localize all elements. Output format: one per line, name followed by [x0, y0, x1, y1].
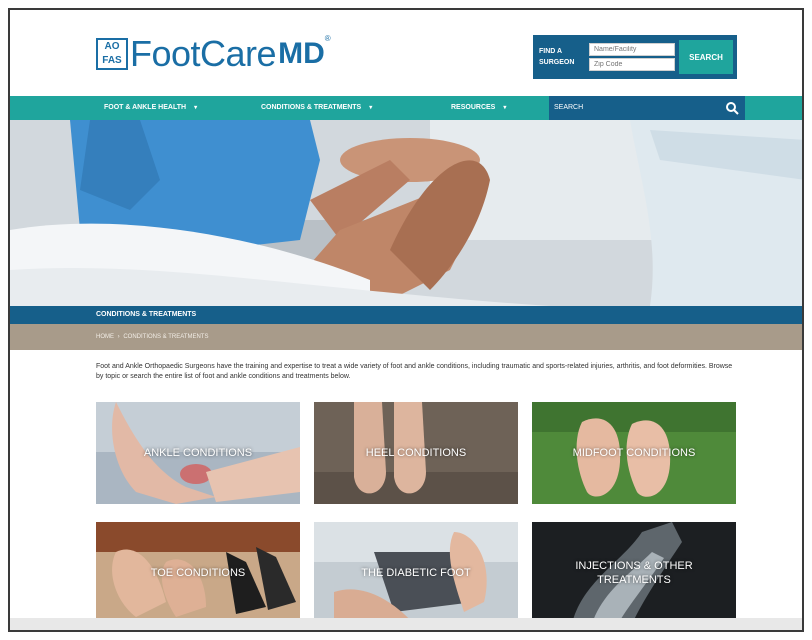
intro-paragraph: Foot and Ankle Orthopaedic Surgeons have…: [96, 363, 733, 380]
zip-code-input[interactable]: [589, 58, 675, 71]
find-surgeon-box: FIND A SURGEON SEARCH: [533, 35, 737, 79]
logo-name-part2: MD: [278, 37, 325, 70]
nav-item-resources[interactable]: RESOURCES ▾: [451, 96, 506, 120]
logo-registered-mark: ®: [324, 34, 331, 43]
tile-midfoot-conditions[interactable]: MIDFOOT CONDITIONS: [532, 402, 736, 504]
nav-item-label: FOOT & ANKLE HEALTH: [104, 104, 187, 111]
find-surgeon-inputs: [589, 42, 675, 72]
browser-frame: AO FAS FootCare MD ® FIND A SURGEON SEAR…: [8, 8, 804, 632]
hero-photo-foot-exam: [10, 120, 802, 306]
page-footer-strip: [10, 618, 802, 630]
chevron-down-icon: ▾: [194, 105, 198, 111]
tile-label: TOE CONDITIONS: [150, 567, 246, 579]
logo-mark-top: AO: [104, 41, 120, 52]
chevron-down-icon: ▾: [503, 105, 507, 111]
tile-diabetic-foot[interactable]: THE DIABETIC FOOT: [314, 522, 518, 624]
tile-label: ANKLE CONDITIONS: [143, 447, 253, 459]
tile-label: THE DIABETIC FOOT: [361, 567, 471, 579]
logo-name-part1: FootCare: [130, 33, 277, 74]
tile-label: HEEL CONDITIONS: [365, 447, 467, 459]
main-nav: FOOT & ANKLE HEALTH ▾ CONDITIONS & TREATM…: [10, 96, 802, 120]
name-facility-input[interactable]: [589, 43, 675, 56]
site-logo[interactable]: AO FAS FootCare MD ®: [96, 32, 331, 76]
tile-label: INJECTIONS & OTHER TREATMENTS: [575, 560, 693, 586]
breadcrumb: HOME › CONDITIONS & TREATMENTS: [10, 324, 802, 350]
nav-item-label: RESOURCES: [451, 104, 496, 111]
tile-injections-other-treatments[interactable]: INJECTIONS & OTHER TREATMENTS: [532, 522, 736, 624]
logo-mark-bottom: FAS: [102, 55, 122, 66]
tile-ankle-conditions[interactable]: ANKLE CONDITIONS: [96, 402, 300, 504]
site-search-input[interactable]: SEARCH: [549, 96, 745, 120]
conditions-grid: ANKLE CONDITIONS HEEL CONDITIONS MIDFOOT…: [96, 402, 738, 626]
hero-image: [10, 120, 802, 306]
nav-item-label: CONDITIONS & TREATMENTS: [261, 104, 362, 111]
tile-toe-conditions[interactable]: TOE CONDITIONS: [96, 522, 300, 624]
search-icon[interactable]: [725, 101, 739, 115]
site-search-label: SEARCH: [554, 104, 584, 111]
breadcrumb-current: CONDITIONS & TREATMENTS: [123, 334, 209, 340]
page-section-title: CONDITIONS & TREATMENTS: [10, 306, 802, 324]
chevron-down-icon: ▾: [369, 105, 373, 111]
aofas-logo-mark: AO FAS: [96, 38, 128, 70]
find-surgeon-search-button[interactable]: SEARCH: [679, 40, 733, 74]
breadcrumb-home-link[interactable]: HOME: [96, 334, 114, 340]
nav-item-conditions-treatments[interactable]: CONDITIONS & TREATMENTS ▾: [261, 96, 372, 120]
breadcrumb-separator: ›: [117, 334, 120, 340]
tile-label: MIDFOOT CONDITIONS: [572, 447, 696, 459]
tile-heel-conditions[interactable]: HEEL CONDITIONS: [314, 402, 518, 504]
find-surgeon-label: FIND A SURGEON: [539, 48, 575, 66]
nav-item-foot-ankle-health[interactable]: FOOT & ANKLE HEALTH ▾: [104, 96, 197, 120]
site-header: AO FAS FootCare MD ® FIND A SURGEON SEAR…: [10, 10, 802, 96]
